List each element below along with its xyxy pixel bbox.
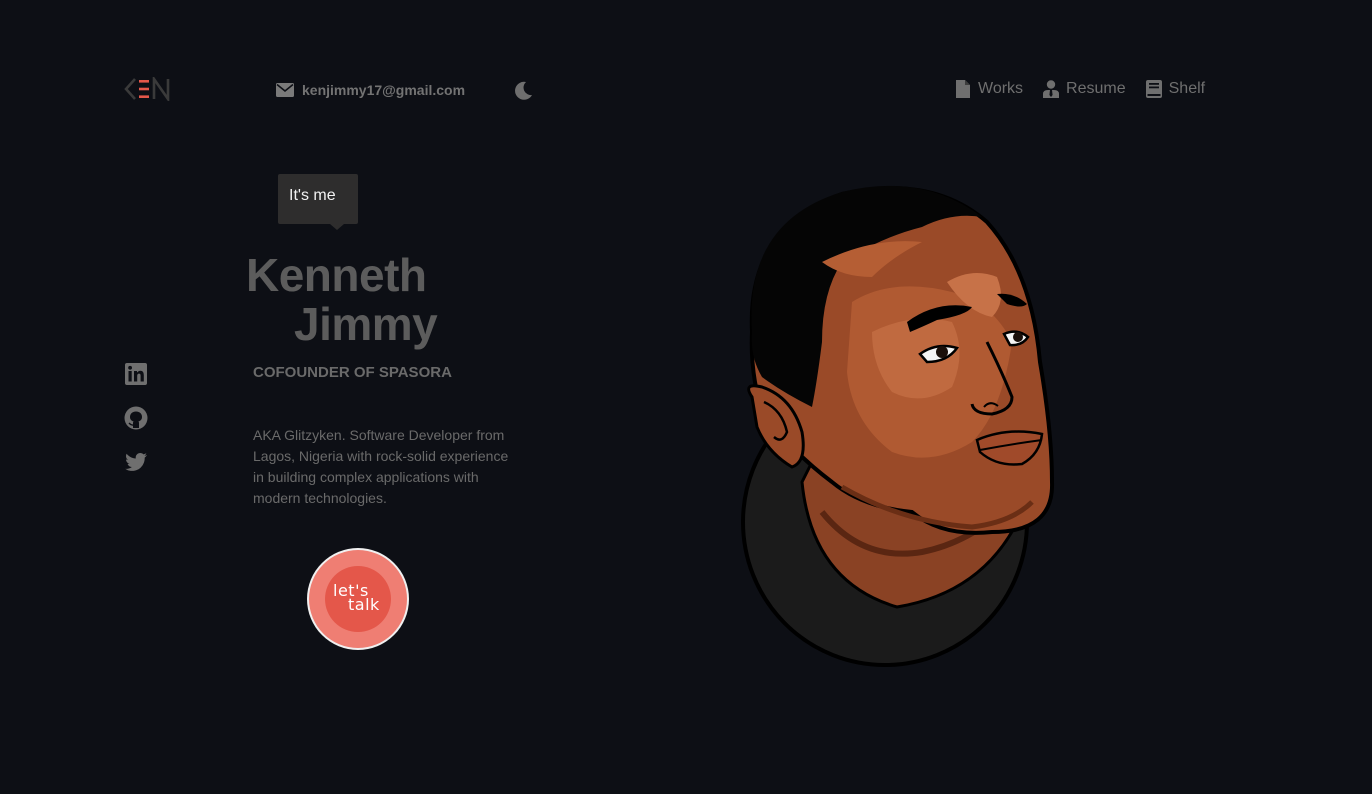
nav-label-shelf: Shelf	[1168, 80, 1206, 97]
social-links	[124, 362, 148, 474]
nav-label-works: Works	[978, 80, 1024, 97]
github-link[interactable]	[124, 406, 148, 430]
lets-talk-button[interactable]: let's talk	[307, 548, 409, 650]
email-link[interactable]: kenjimmy17@gmail.com	[276, 82, 465, 98]
nav-item-shelf[interactable]: Shelf	[1145, 80, 1206, 98]
book-icon	[1145, 80, 1162, 98]
email-text: kenjimmy17@gmail.com	[302, 82, 466, 98]
twitter-link[interactable]	[124, 450, 148, 474]
talk-label-line2: talk	[348, 595, 380, 614]
last-name: Jimmy	[294, 298, 438, 350]
file-icon	[956, 80, 970, 98]
moon-icon[interactable]	[512, 80, 534, 102]
avatar-portrait	[741, 185, 1055, 667]
job-title: COFOUNDER OF SPASORA	[253, 364, 452, 381]
envelope-icon	[276, 83, 294, 97]
nav-item-resume[interactable]: Resume	[1043, 80, 1126, 98]
bio-text: AKA Glitzyken. Software Developer from L…	[253, 427, 509, 506]
ken-logo[interactable]	[124, 77, 172, 101]
first-name: Kenneth	[246, 249, 427, 301]
user-tie-icon	[1043, 80, 1060, 98]
page: kenjimmy17@gmail.com Works Resume Shelf …	[0, 0, 1372, 794]
main-nav: Works Resume Shelf	[955, 80, 1205, 98]
twitter-icon	[125, 453, 147, 471]
linkedin-link[interactable]	[124, 362, 148, 386]
github-icon	[124, 406, 148, 430]
linkedin-icon	[125, 363, 147, 385]
nav-item-works[interactable]: Works	[955, 80, 1023, 98]
nav-label-resume: Resume	[1066, 80, 1126, 97]
intro-bubble: It's me	[278, 174, 358, 230]
